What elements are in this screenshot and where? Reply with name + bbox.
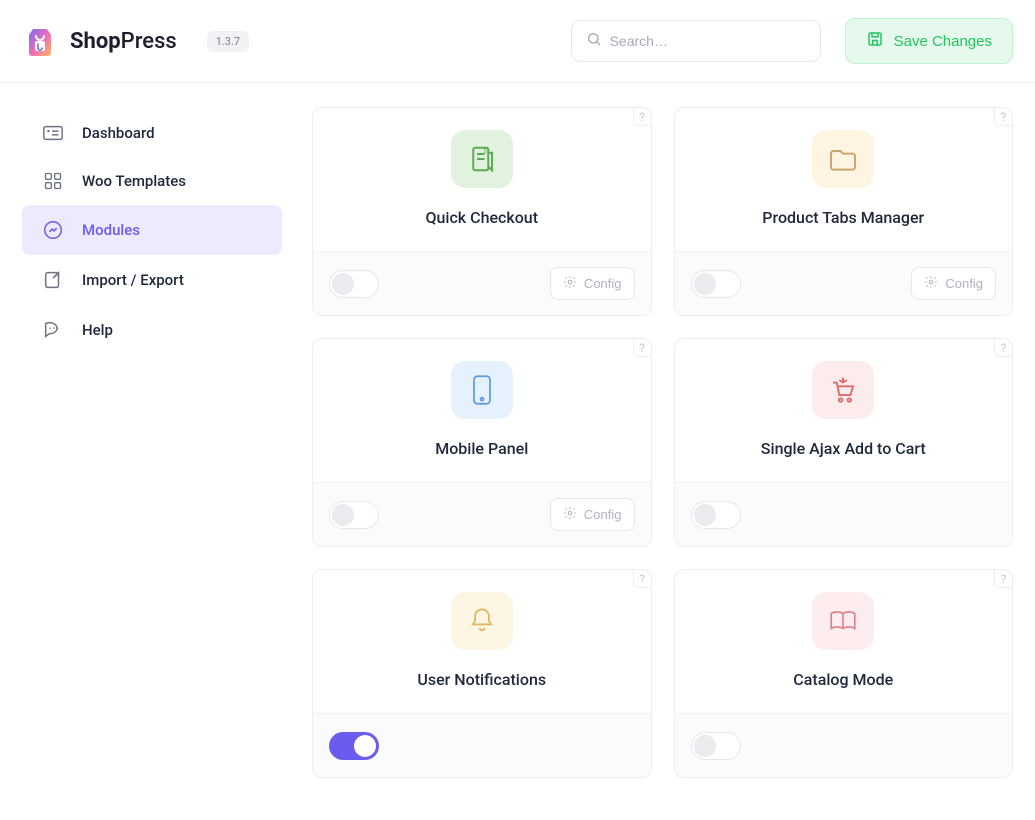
save-changes-button[interactable]: Save Changes [845, 18, 1013, 64]
sidebar-item-label: Woo Templates [82, 172, 186, 190]
module-card-ajax-cart: ? Single Ajax Add to Cart [674, 338, 1014, 547]
brand-logo-icon [22, 23, 58, 59]
module-card-notifications: ? User Notifications [312, 569, 652, 778]
svg-text:$: $ [483, 147, 487, 155]
help-icon[interactable]: ? [633, 570, 651, 588]
module-title: Catalog Mode [793, 670, 893, 689]
module-toggle[interactable] [329, 501, 379, 529]
header: ShopPress 1.3.7 Save Changes [0, 0, 1035, 83]
module-title: Mobile Panel [435, 439, 528, 458]
import-export-icon [42, 269, 64, 291]
folder-icon [812, 130, 874, 188]
module-card-quick-checkout: ? $ Quick Checkout Config [312, 107, 652, 316]
brand-name-light: Press [121, 29, 177, 54]
module-toggle[interactable] [691, 270, 741, 298]
search-input-wrap[interactable] [571, 20, 821, 62]
sidebar-item-label: Dashboard [82, 124, 155, 142]
save-button-label: Save Changes [894, 33, 992, 50]
brand-name-strong: Shop [70, 29, 121, 54]
config-label: Config [584, 276, 622, 291]
brand: ShopPress 1.3.7 [22, 23, 249, 59]
bell-icon [451, 592, 513, 650]
module-title: Product Tabs Manager [762, 208, 924, 227]
content: ? $ Quick Checkout Config [312, 107, 1013, 778]
search-input[interactable] [610, 33, 806, 49]
version-badge: 1.3.7 [207, 31, 249, 52]
templates-icon [42, 171, 64, 191]
module-toggle[interactable] [329, 732, 379, 760]
config-label: Config [945, 276, 983, 291]
config-button[interactable]: Config [911, 267, 996, 300]
sidebar-item-import-export[interactable]: Import / Export [22, 255, 282, 305]
sidebar-item-dashboard[interactable]: Dashboard [22, 109, 282, 157]
help-icon[interactable]: ? [994, 108, 1012, 126]
gear-icon [563, 506, 577, 523]
dashboard-icon [42, 123, 64, 143]
brand-name: ShopPress [70, 29, 177, 54]
sidebar-item-label: Help [82, 321, 113, 339]
sidebar-item-label: Import / Export [82, 271, 184, 289]
module-card-product-tabs: ? Product Tabs Manager Co [674, 107, 1014, 316]
help-icon[interactable]: ? [994, 339, 1012, 357]
module-title: Quick Checkout [425, 208, 538, 227]
help-icon[interactable]: ? [633, 108, 651, 126]
cart-icon [812, 361, 874, 419]
sidebar-item-templates[interactable]: Woo Templates [22, 157, 282, 205]
module-toggle[interactable] [329, 270, 379, 298]
modules-icon [42, 219, 64, 241]
sidebar: Dashboard Woo Templates Modules [22, 107, 282, 778]
search-icon [586, 31, 602, 51]
module-title: Single Ajax Add to Cart [761, 439, 926, 458]
sidebar-item-help[interactable]: Help [22, 305, 282, 355]
module-card-catalog-mode: ? Catalog Mode [674, 569, 1014, 778]
sidebar-item-label: Modules [82, 221, 140, 239]
gear-icon [924, 275, 938, 292]
sidebar-item-modules[interactable]: Modules [22, 205, 282, 255]
config-label: Config [584, 507, 622, 522]
module-title: User Notifications [417, 670, 546, 689]
help-icon[interactable]: ? [994, 570, 1012, 588]
config-button[interactable]: Config [550, 267, 635, 300]
gear-icon [563, 275, 577, 292]
save-icon [866, 30, 884, 52]
modules-grid: ? $ Quick Checkout Config [312, 107, 1013, 778]
help-icon[interactable]: ? [633, 339, 651, 357]
help-icon [42, 319, 64, 341]
module-toggle[interactable] [691, 732, 741, 760]
book-icon [812, 592, 874, 650]
config-button[interactable]: Config [550, 498, 635, 531]
receipt-icon: $ [451, 130, 513, 188]
module-card-mobile-panel: ? Mobile Panel Config [312, 338, 652, 547]
phone-icon [451, 361, 513, 419]
module-toggle[interactable] [691, 501, 741, 529]
